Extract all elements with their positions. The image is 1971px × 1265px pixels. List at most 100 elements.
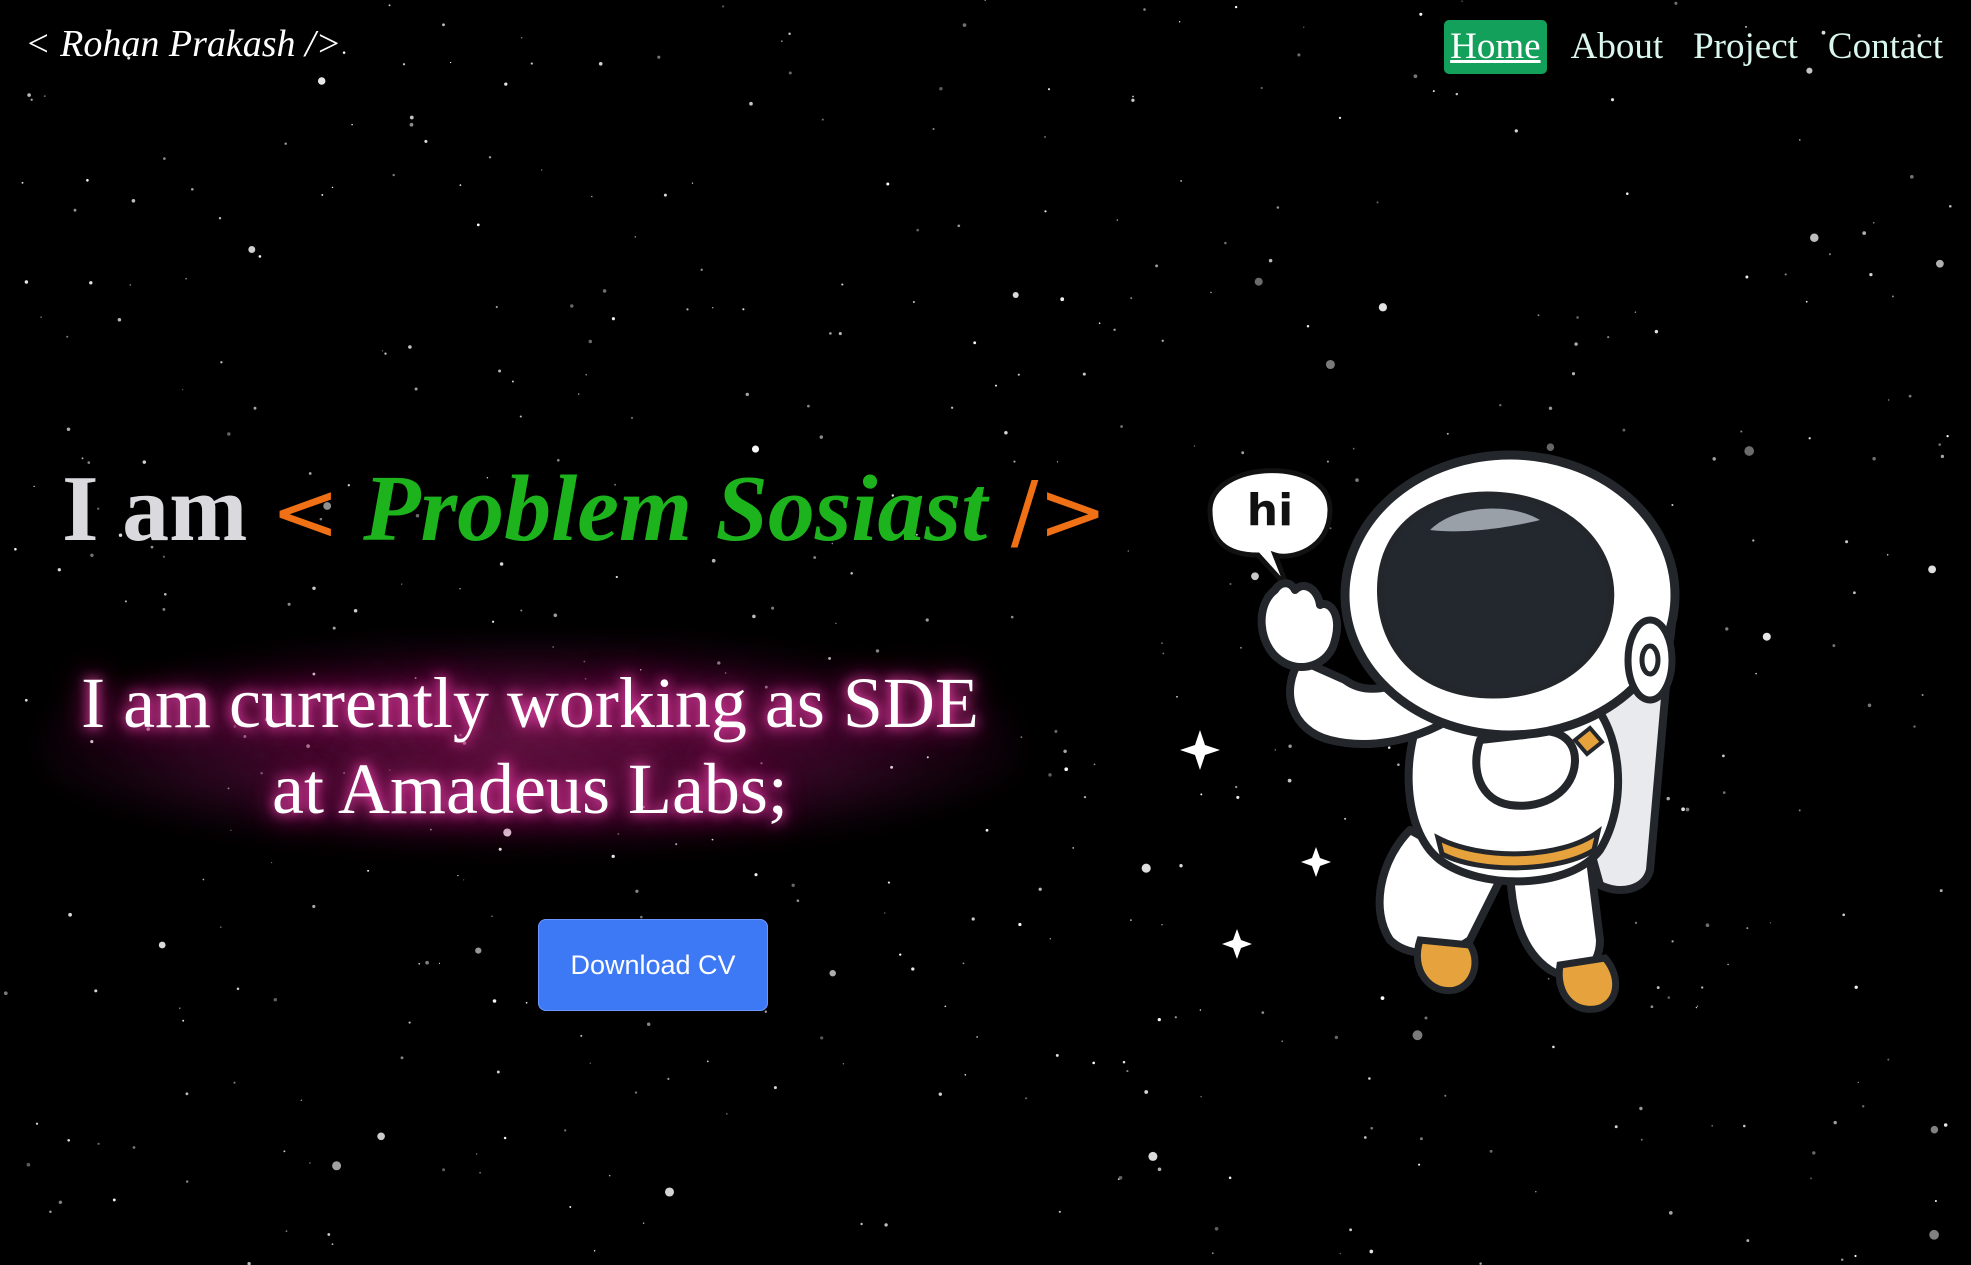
star <box>285 1230 288 1232</box>
star <box>66 427 71 431</box>
star <box>580 1034 583 1037</box>
star <box>463 879 465 881</box>
headline-bracket-close: /> <box>1010 465 1108 560</box>
star <box>1211 1252 1214 1255</box>
star <box>938 1092 942 1096</box>
star <box>24 280 29 284</box>
star <box>1499 404 1502 407</box>
star <box>112 1198 116 1202</box>
star <box>1020 736 1023 738</box>
star <box>1118 1175 1123 1180</box>
star <box>1853 591 1856 595</box>
star <box>1064 767 1069 772</box>
star <box>984 0 986 1</box>
star <box>1862 231 1867 235</box>
star <box>14 547 17 551</box>
star <box>1869 272 1873 277</box>
star <box>742 308 745 311</box>
star <box>1921 693 1924 697</box>
star <box>957 224 961 228</box>
star <box>1044 136 1046 138</box>
star <box>1674 1 1678 5</box>
star <box>1668 1211 1673 1215</box>
star <box>1934 1199 1937 1203</box>
nav-contact-link[interactable]: Contact <box>1822 20 1949 74</box>
headline-role: Problem Sosiast <box>363 457 988 561</box>
star <box>570 304 574 308</box>
star <box>911 967 915 971</box>
star <box>1083 795 1087 799</box>
star <box>73 208 77 212</box>
star <box>771 606 775 610</box>
star <box>788 32 791 36</box>
star <box>1610 98 1615 102</box>
nav-project-link[interactable]: Project <box>1687 20 1804 74</box>
star <box>1131 98 1135 102</box>
star <box>185 277 187 280</box>
star <box>1552 1045 1555 1049</box>
star <box>1928 565 1937 574</box>
star <box>442 1168 446 1172</box>
star <box>1548 406 1553 411</box>
star <box>541 169 543 171</box>
star <box>589 1062 591 1064</box>
star <box>883 912 886 914</box>
star <box>488 156 492 159</box>
star <box>43 95 46 97</box>
site-logo[interactable]: < Rohan Prakash /> <box>25 22 341 66</box>
star <box>1157 1017 1161 1022</box>
nav-about-link[interactable]: About <box>1565 20 1670 74</box>
star <box>1939 889 1943 893</box>
star <box>912 301 915 303</box>
nav-home-link[interactable]: Home <box>1444 20 1547 74</box>
star <box>1946 434 1949 438</box>
star <box>725 1113 728 1115</box>
star <box>479 1171 481 1174</box>
star <box>459 587 461 590</box>
star <box>1260 86 1263 90</box>
star <box>1161 339 1164 342</box>
star <box>491 915 493 917</box>
star <box>577 393 580 395</box>
star <box>611 317 615 321</box>
star <box>1155 264 1159 268</box>
star <box>185 1092 189 1096</box>
star <box>1799 139 1801 141</box>
star <box>284 142 287 145</box>
star <box>1745 275 1749 279</box>
download-cv-button[interactable]: Download CV <box>538 919 768 1011</box>
star <box>886 182 890 186</box>
star <box>1072 847 1074 849</box>
star <box>3 991 8 996</box>
star <box>1010 615 1014 619</box>
star <box>773 1086 777 1090</box>
star <box>377 1132 385 1141</box>
star <box>1943 1123 1948 1127</box>
star <box>476 1153 478 1155</box>
star <box>521 37 523 39</box>
star <box>67 1138 71 1142</box>
star <box>1444 1094 1447 1097</box>
star <box>1861 1105 1865 1108</box>
star <box>752 614 756 619</box>
star <box>353 608 358 613</box>
star <box>950 406 954 409</box>
star <box>27 93 31 97</box>
star <box>615 575 618 579</box>
star <box>971 917 975 921</box>
star <box>1143 8 1146 11</box>
star <box>1514 129 1518 133</box>
star <box>495 305 498 309</box>
star <box>1063 749 1067 754</box>
star <box>1833 1120 1837 1125</box>
star <box>33 485 35 488</box>
star <box>504 82 508 86</box>
star <box>1004 431 1008 435</box>
star <box>1607 335 1610 339</box>
star <box>457 874 459 877</box>
star <box>179 1007 181 1009</box>
star <box>1888 399 1890 401</box>
star <box>820 1036 824 1040</box>
star <box>1214 1226 1219 1231</box>
star <box>409 122 414 127</box>
